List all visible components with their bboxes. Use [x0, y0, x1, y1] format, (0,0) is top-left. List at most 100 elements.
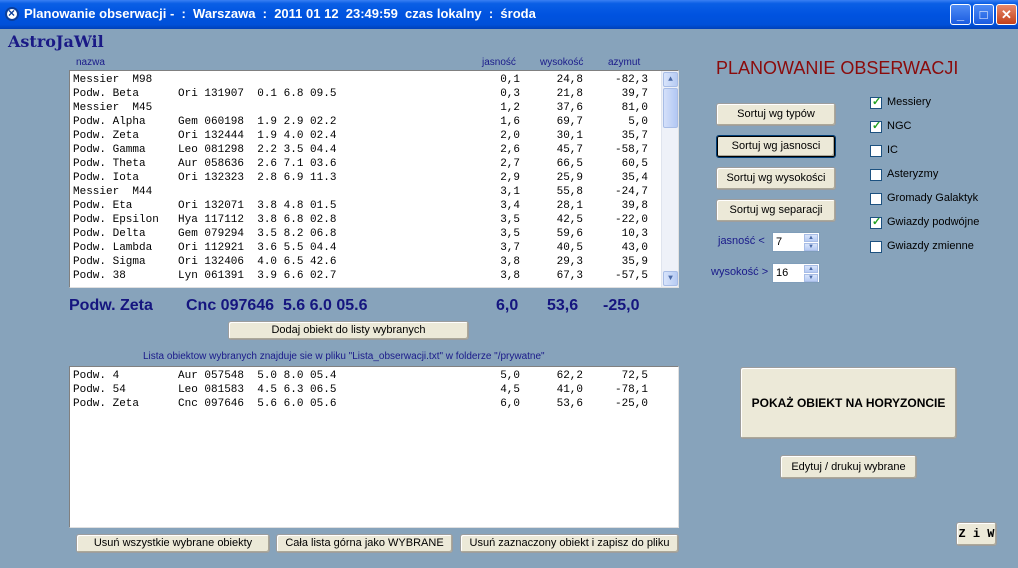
object-name: Messier M44 — [73, 186, 153, 198]
object-azimuth: -82,3 — [614, 74, 648, 86]
list-item[interactable]: Messier M44 3,1 55,8 -24,7 — [73, 185, 658, 199]
object-altitude: 45,7 — [556, 144, 583, 156]
object-brightness: 5,0 — [500, 370, 520, 382]
object-azimuth: 10,3 — [621, 228, 648, 240]
object-name: Podw. Alpha — [73, 116, 146, 128]
checkbox-unchecked-icon[interactable] — [870, 145, 882, 157]
object-catalog-info: Leo 081583 4.5 6.3 06.5 — [178, 384, 337, 396]
sort-by-types-button[interactable]: Sortuj wg typów — [716, 103, 836, 126]
object-altitude: 25,9 — [556, 172, 583, 184]
object-azimuth: -57,5 — [614, 270, 648, 282]
sort-by-brightness-button[interactable]: Sortuj wg jasnosci — [716, 135, 836, 158]
altitude-filter-spinner[interactable]: 16 ▲ ▼ — [772, 263, 820, 283]
minimize-button[interactable]: _ — [950, 4, 971, 25]
list-item[interactable]: Podw. Theta Aur 058636 2.6 7.1 03.6 2,7 66,… — [73, 157, 658, 171]
object-azimuth: 39,7 — [621, 88, 648, 100]
brightness-filter-spinner[interactable]: 7 ▲ ▼ — [772, 232, 820, 252]
page-title: PLANOWANIE OBSERWACJI — [716, 58, 959, 78]
list-item[interactable]: Podw. Epsilon Hya 117112 3.8 6.8 02.8 3,5 4… — [73, 213, 658, 227]
list-item[interactable]: Podw. Zeta Cnc 097646 5.6 6.0 05.6 6,0 53,6… — [73, 397, 658, 411]
object-altitude: 24,8 — [556, 74, 583, 86]
spinner-up-icon[interactable]: ▲ — [804, 265, 818, 273]
checkbox-unchecked-icon[interactable] — [870, 241, 882, 253]
window-title: Planowanie obserwacji - : Warszawa : 201… — [24, 6, 536, 21]
objects-list-scrollbar[interactable]: ▲ ▼ — [661, 71, 678, 287]
object-altitude: 66,5 — [556, 158, 583, 170]
list-item[interactable]: Messier M98 0,1 24,8 -82,3 — [73, 73, 658, 87]
checkbox-unchecked-icon[interactable] — [870, 169, 882, 181]
object-catalog-info: Ori 132323 2.8 6.9 11.3 — [178, 172, 337, 184]
list-item[interactable]: Podw. Beta Ori 131907 0.1 6.8 09.5 0,3 21,8… — [73, 87, 658, 101]
object-brightness: 2,6 — [500, 144, 520, 156]
object-catalog-info: Ori 131907 0.1 6.8 09.5 — [178, 88, 337, 100]
filter-checkbox-label: Gromady Galaktyk — [887, 192, 979, 204]
object-name: Podw. Beta — [73, 88, 140, 100]
list-item[interactable]: Podw. Alpha Gem 060198 1.9 2.9 02.2 1,6 69,… — [73, 115, 658, 129]
object-brightness: 3,1 — [500, 186, 520, 198]
list-item[interactable]: Podw. Iota Ori 132323 2.8 6.9 11.3 2,9 25,9… — [73, 171, 658, 185]
selected-objects-list[interactable]: Podw. 4 Aur 057548 5.0 8.0 05.4 5,0 62,2 72,… — [69, 366, 679, 528]
list-item[interactable]: Podw. Delta Gem 079294 3.5 8.2 06.8 3,5 59,… — [73, 227, 658, 241]
add-to-selected-button[interactable]: Dodaj obiekt do listy wybranych — [228, 321, 469, 340]
object-azimuth: -24,7 — [614, 186, 648, 198]
show-on-horizon-button[interactable]: POKAŻ OBIEKT NA HORYZONCIE — [740, 367, 957, 439]
object-name: Podw. Sigma — [73, 256, 146, 268]
sort-by-separation-button[interactable]: Sortuj wg separacji — [716, 199, 836, 222]
spinner-down-icon[interactable]: ▼ — [804, 274, 818, 282]
altitude-filter-value[interactable]: 16 — [776, 267, 788, 279]
edit-print-selected-button[interactable]: Edytuj / drukuj wybrane — [780, 455, 917, 479]
sort-by-altitude-button[interactable]: Sortuj wg wysokości — [716, 167, 836, 190]
object-azimuth: 35,9 — [621, 256, 648, 268]
object-catalog-info: Ori 112921 3.6 5.5 04.4 — [178, 242, 337, 254]
object-brightness: 3,8 — [500, 270, 520, 282]
object-azimuth: -22,0 — [614, 214, 648, 226]
scroll-up-arrow-icon[interactable]: ▲ — [663, 72, 678, 87]
list-item[interactable]: Podw. Sigma Ori 132406 4.0 6.5 42.6 3,8 29,… — [73, 255, 658, 269]
list-item[interactable]: Podw. 54 Leo 081583 4.5 6.3 06.5 4,5 41,0 -7… — [73, 383, 658, 397]
object-catalog-info: Cnc 097646 5.6 6.0 05.6 — [178, 398, 337, 410]
app-icon[interactable] — [5, 6, 19, 21]
brightness-filter-value[interactable]: 7 — [776, 236, 782, 248]
checkbox-checked-icon[interactable] — [870, 95, 882, 109]
list-item[interactable]: Podw. Lambda Ori 112921 3.6 5.5 04.4 3,7 40… — [73, 241, 658, 255]
maximize-button[interactable]: □ — [973, 4, 994, 25]
filter-checkbox-label: Gwiazdy podwójne — [887, 216, 980, 228]
scroll-thumb[interactable] — [663, 88, 678, 128]
filter-checkbox-label: Asteryzmy — [887, 168, 939, 180]
list-item[interactable]: Podw. Zeta Ori 132444 1.9 4.0 02.4 2,0 30,1… — [73, 129, 658, 143]
list-item[interactable]: Podw. Gamma Leo 081298 2.2 3.5 04.4 2,6 45,… — [73, 143, 658, 157]
filter-checkbox-label: NGC — [887, 120, 912, 132]
object-name: Podw. Delta — [73, 228, 146, 240]
object-catalog-info: Aur 057548 5.0 8.0 05.4 — [178, 370, 337, 382]
object-catalog-info: Leo 081298 2.2 3.5 04.4 — [178, 144, 337, 156]
list-item[interactable]: Messier M45 1,2 37,6 81,0 — [73, 101, 658, 115]
checkbox-checked-icon[interactable] — [870, 215, 882, 229]
object-altitude: 30,1 — [556, 130, 583, 142]
selected-list-info: Lista obiektow wybranych znajduje sie w … — [143, 351, 545, 362]
column-header-altitude: wysokość — [540, 57, 584, 68]
list-item[interactable]: Podw. 38 Lyn 061391 3.9 6.6 02.7 3,8 67,3 -5… — [73, 269, 658, 283]
remove-all-selected-button[interactable]: Usuń wszystkie wybrane obiekty — [76, 534, 270, 553]
object-name: Podw. Gamma — [73, 144, 146, 156]
object-altitude: 69,7 — [556, 116, 583, 128]
object-brightness: 2,7 — [500, 158, 520, 170]
object-brightness: 3,7 — [500, 242, 520, 254]
object-azimuth: 39,8 — [621, 200, 648, 212]
list-item[interactable]: Podw. Eta Ori 132071 3.8 4.8 01.5 3,4 28,1 3… — [73, 199, 658, 213]
spinner-down-icon[interactable]: ▼ — [804, 243, 818, 251]
objects-list[interactable]: ▲ ▼ Messier M98 0,1 24,8 -82,3 Podw. Beta Ori… — [69, 70, 679, 288]
current-object-name: Podw. Zeta — [69, 297, 153, 314]
ziw-button[interactable]: Z i W — [956, 522, 997, 546]
object-altitude: 53,6 — [556, 398, 583, 410]
list-item[interactable]: Podw. 4 Aur 057548 5.0 8.0 05.4 5,0 62,2 72,… — [73, 369, 658, 383]
all-as-selected-button[interactable]: Cała lista górna jako WYBRANE — [276, 534, 453, 553]
close-button[interactable]: ✕ — [996, 4, 1017, 25]
checkbox-unchecked-icon[interactable] — [870, 193, 882, 205]
checkbox-checked-icon[interactable] — [870, 119, 882, 133]
spinner-up-icon[interactable]: ▲ — [804, 234, 818, 242]
object-brightness: 4,5 — [500, 384, 520, 396]
scroll-down-arrow-icon[interactable]: ▼ — [663, 271, 678, 286]
object-altitude: 28,1 — [556, 200, 583, 212]
object-name: Podw. 54 — [73, 384, 126, 396]
remove-marked-and-save-button[interactable]: Usuń zaznaczony obiekt i zapisz do pliku — [460, 534, 679, 553]
